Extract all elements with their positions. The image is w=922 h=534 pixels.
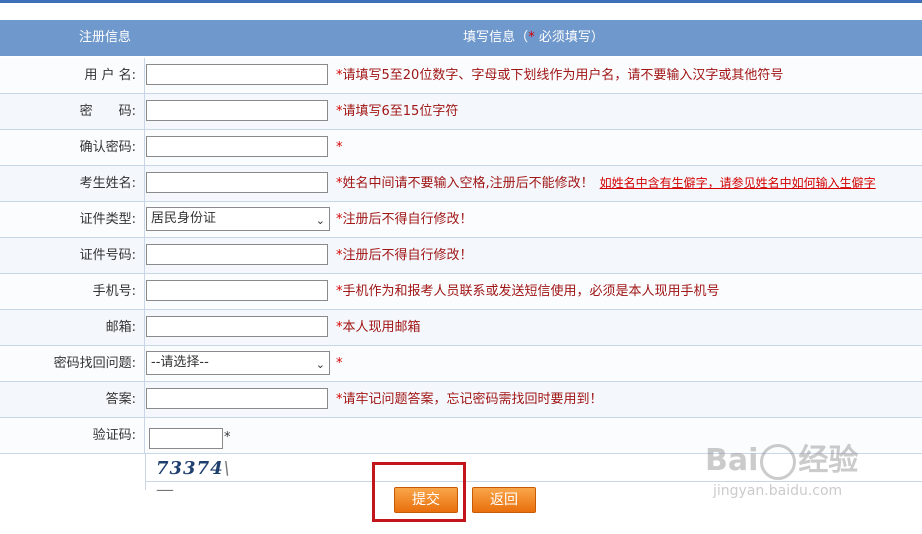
answer-label: 答案: (0, 382, 145, 417)
confirm-password-hint: * (336, 130, 343, 165)
id-number-input[interactable] (146, 244, 328, 265)
required-star: * (336, 140, 343, 155)
password-hint: *请填写6至15位字符 (336, 94, 458, 129)
form-row-answer: 答案: *请牢记问题答案，忘记密码需找回时要用到！ (0, 382, 922, 418)
id-type-hint-text: 注册后不得自行修改！ (342, 212, 473, 227)
form-row-phone: 手机号: *手机作为和报考人员联系或发送短信使用，必须是本人现用手机号 (0, 274, 922, 310)
captcha-image-text: 73374 (156, 458, 224, 479)
rare-char-help-link[interactable]: 如姓名中含有生僻字，请参见姓名中如何输入生僻字 (600, 176, 876, 190)
header-fill-prefix: 填写信息（ (463, 30, 529, 45)
header-registration-info: 注册信息 (78, 30, 131, 45)
phone-label: 手机号: (0, 274, 145, 309)
security-question-label: 密码找回问题: (0, 346, 145, 381)
captcha-input[interactable] (149, 428, 223, 449)
answer-input[interactable] (146, 388, 328, 409)
id-number-hint-text: 注册后不得自行修改！ (342, 248, 473, 263)
phone-input[interactable] (146, 280, 328, 301)
form-row-name: 考生姓名: *姓名中间请不要输入空格,注册后不能修改！ 如姓名中含有生僻字，请参见… (0, 166, 922, 202)
security-question-selected: --请选择-- (151, 355, 209, 370)
submit-highlight-box (372, 462, 466, 522)
name-hint: *姓名中间请不要输入空格,注册后不能修改！ 如姓名中含有生僻字，请参见姓名中如何输… (336, 166, 876, 201)
email-label: 邮箱: (0, 310, 145, 345)
watermark-main-left: Bai (705, 443, 759, 478)
email-hint: *本人现用邮箱 (336, 310, 421, 345)
id-type-label: 证件类型: (0, 202, 145, 237)
watermark-main-right: 经验 (798, 443, 859, 478)
name-hint-text: 姓名中间请不要输入空格,注册后不能修改！ (342, 176, 594, 191)
email-hint-text: 本人现用邮箱 (342, 320, 421, 335)
baidu-jingyan-watermark: Bai 经验 jingyan.baidu.com (705, 435, 905, 515)
email-input[interactable] (146, 316, 328, 337)
chevron-down-icon: ⌄ (315, 214, 325, 227)
id-type-hint: *注册后不得自行修改！ (336, 202, 473, 237)
captcha-required-star: * (224, 430, 231, 445)
registration-form: 用 户 名: *请填写5至20位数字、字母或下划线作为用户名，请不要输入汉字或其… (0, 58, 922, 500)
form-header: 注册信息 填写信息（* 必须填写） (0, 20, 922, 56)
security-question-hint: * (336, 346, 343, 381)
password-label: 密 码: (0, 94, 145, 129)
password-hint-text: 请填写6至15位字符 (342, 104, 459, 119)
id-type-select[interactable]: 居民身份证 ⌄ (146, 207, 330, 231)
username-hint-text: 请填写5至20位数字、字母或下划线作为用户名，请不要输入汉字或其他符号 (342, 68, 784, 83)
form-row-password: 密 码: *请填写6至15位字符 (0, 94, 922, 130)
id-number-hint: *注册后不得自行修改！ (336, 238, 473, 273)
chevron-down-icon: ⌄ (315, 358, 325, 371)
paw-icon (760, 443, 797, 480)
header-fill-suffix: 必须填写） (534, 30, 604, 45)
id-type-selected: 居民身份证 (151, 211, 217, 226)
form-row-confirm-password: 确认密码: * (0, 130, 922, 166)
answer-hint-text: 请牢记问题答案，忘记密码需找回时要用到！ (342, 392, 603, 407)
captcha-label: 验证码: (0, 418, 145, 453)
name-input[interactable] (146, 172, 328, 193)
phone-hint-text: 手机作为和报考人员联系或发送短信使用，必须是本人现用手机号 (342, 284, 720, 299)
confirm-password-label: 确认密码: (0, 130, 145, 165)
id-number-label: 证件号码: (0, 238, 145, 273)
form-row-email: 邮箱: *本人现用邮箱 (0, 310, 922, 346)
form-row-security-question: 密码找回问题: --请选择-- ⌄ * (0, 346, 922, 382)
name-label: 考生姓名: (0, 166, 145, 201)
back-button[interactable]: 返回 (472, 487, 536, 513)
security-question-select[interactable]: --请选择-- ⌄ (146, 351, 330, 375)
top-border (0, 0, 922, 3)
phone-hint: *手机作为和报考人员联系或发送短信使用，必须是本人现用手机号 (336, 274, 720, 309)
header-fill-info: 填写信息（* 必须填写） (145, 20, 922, 56)
password-input[interactable] (146, 100, 328, 121)
required-star: * (336, 356, 343, 371)
form-row-id-number: 证件号码: *注册后不得自行修改！ (0, 238, 922, 274)
username-label: 用 户 名: (0, 58, 145, 93)
answer-hint: *请牢记问题答案，忘记密码需找回时要用到！ (336, 382, 603, 417)
watermark-url: jingyan.baidu.com (713, 483, 843, 499)
form-row-id-type: 证件类型: 居民身份证 ⌄ *注册后不得自行修改！ (0, 202, 922, 238)
watermark-logo: Bai 经验 (705, 435, 858, 480)
captcha-spacer (0, 454, 146, 490)
form-row-username: 用 户 名: *请填写5至20位数字、字母或下划线作为用户名，请不要输入汉字或其… (0, 58, 922, 94)
username-hint: *请填写5至20位数字、字母或下划线作为用户名，请不要输入汉字或其他符号 (336, 58, 783, 93)
confirm-password-input[interactable] (146, 136, 328, 157)
username-input[interactable] (146, 64, 328, 85)
